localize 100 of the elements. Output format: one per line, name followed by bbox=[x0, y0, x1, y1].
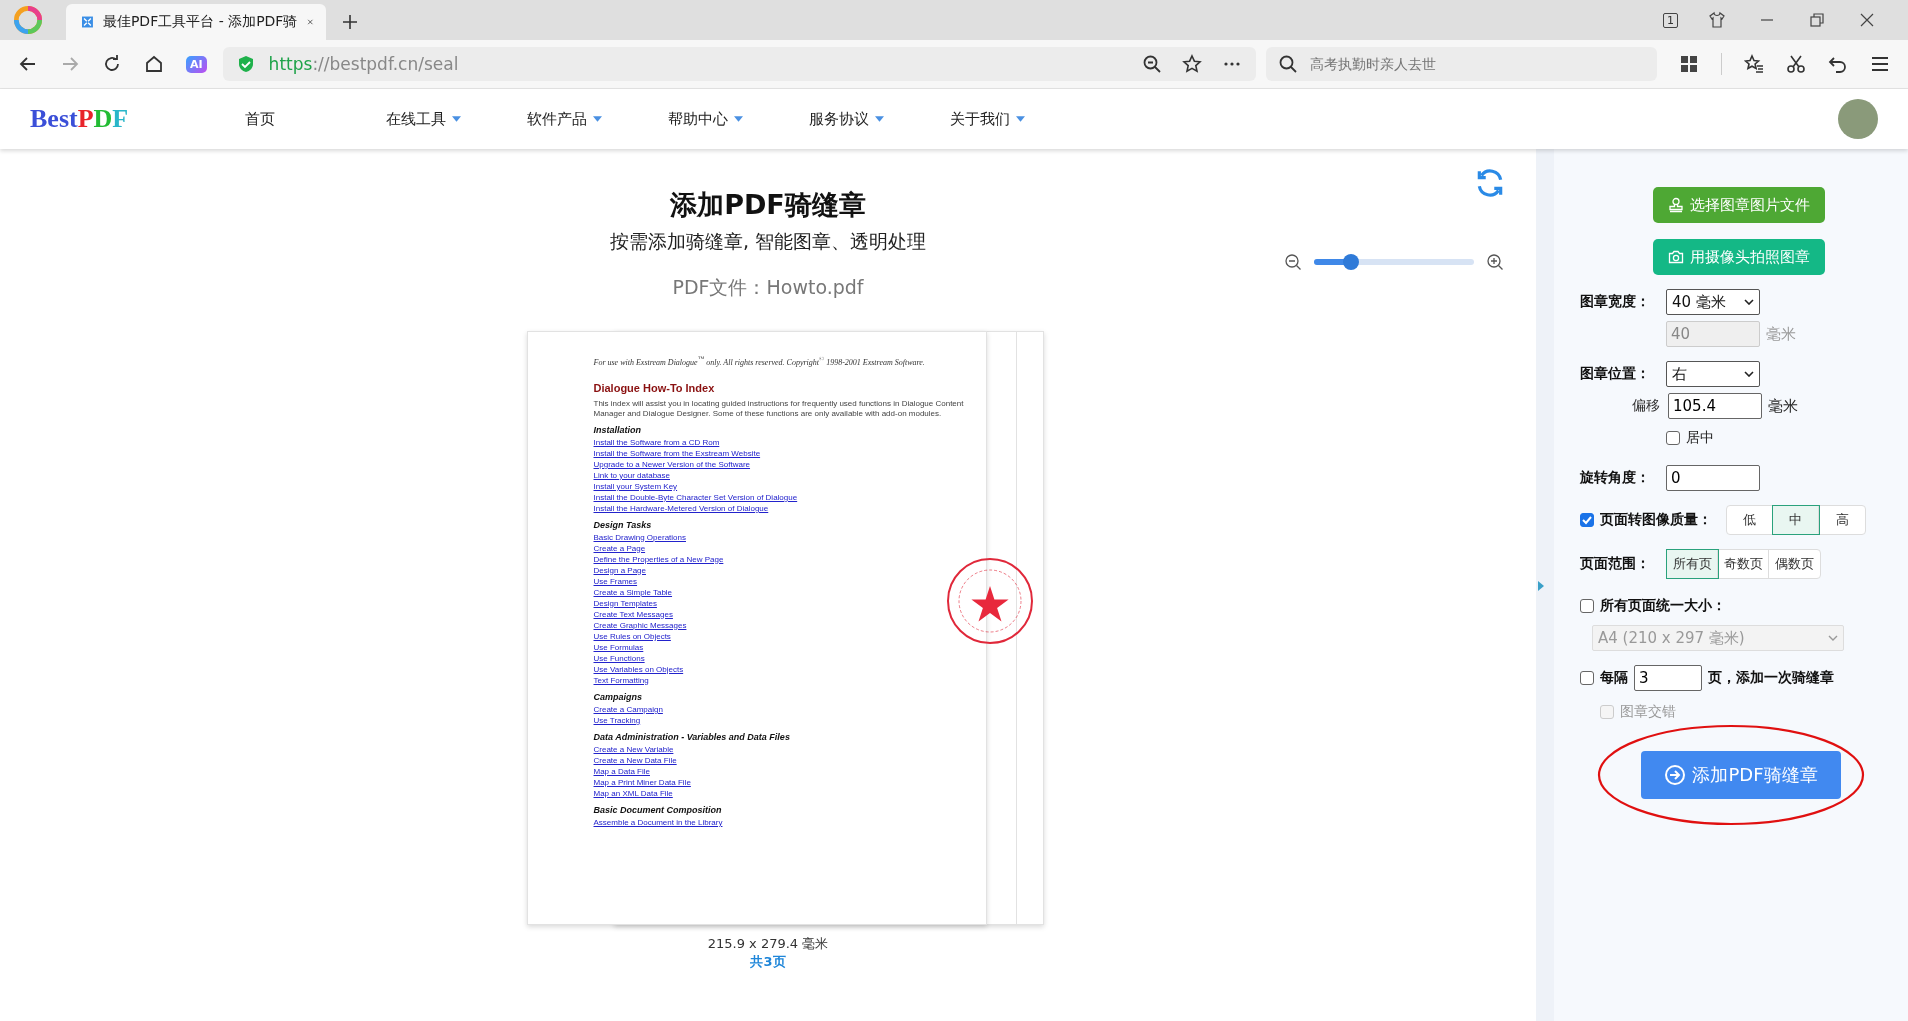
segment-option[interactable]: 高 bbox=[1819, 506, 1865, 534]
checkbox-label: 居中 bbox=[1686, 429, 1714, 447]
nav-item[interactable]: 软件产品 bbox=[527, 109, 668, 129]
page-subtitle: 按需添加骑缝章, 智能图章、透明处理 bbox=[609, 229, 927, 254]
zoom-in-icon[interactable] bbox=[1486, 253, 1504, 271]
caret-icon[interactable] bbox=[875, 116, 884, 122]
nav-item[interactable]: 关于我们 bbox=[950, 109, 1091, 129]
favorites-icon[interactable] bbox=[1744, 54, 1764, 74]
unit-label: 毫米 bbox=[1768, 396, 1798, 416]
document-header: For use with Exstream Dialogue$^{™}$ only. All rights reserved. Copyright$^{©}$ 1998-2001 Exstream Software. bbox=[593, 354, 926, 368]
zoom-out-icon[interactable] bbox=[1141, 54, 1162, 74]
section-heading: Installation bbox=[593, 424, 642, 436]
document-link[interactable]: Upgrade to a Newer Version of the Software bbox=[593, 459, 751, 469]
document-link[interactable]: Use Formulas bbox=[593, 642, 644, 652]
tab-count-icon[interactable]: 1 bbox=[1663, 13, 1678, 28]
rotation-input[interactable]: 0 bbox=[1666, 465, 1760, 491]
document-link[interactable]: Install the Hardware-Metered Version of Dialogue bbox=[593, 503, 769, 513]
zoom-out-icon[interactable] bbox=[1284, 253, 1302, 271]
document-link[interactable]: Create Text Messages bbox=[593, 609, 673, 619]
segment-option[interactable]: 中 bbox=[1773, 506, 1819, 534]
restore-icon[interactable] bbox=[1808, 11, 1826, 29]
segment-option[interactable]: 奇数页 bbox=[1718, 550, 1769, 578]
document-link[interactable]: Basic Drawing Operations bbox=[593, 532, 686, 542]
close-icon[interactable] bbox=[1858, 11, 1876, 29]
document-link[interactable]: Create Graphic Messages bbox=[593, 620, 687, 630]
browser-tab[interactable]: 最佳PDF工具平台 - 添加PDF骑 bbox=[66, 4, 326, 40]
menu-icon[interactable] bbox=[1870, 54, 1890, 74]
document-link[interactable]: Map an XML Data File bbox=[593, 788, 673, 798]
document-link[interactable]: Link to your database bbox=[593, 470, 670, 480]
position-select[interactable]: 右 bbox=[1666, 361, 1760, 387]
shield-icon bbox=[236, 55, 255, 73]
star-icon[interactable] bbox=[1181, 54, 1202, 74]
user-avatar[interactable] bbox=[1838, 99, 1878, 139]
new-tab-icon[interactable] bbox=[342, 14, 358, 30]
field-label: 图章位置： bbox=[1580, 365, 1651, 383]
segment-option[interactable]: 所有页 bbox=[1667, 550, 1718, 578]
section-heading: Design Tasks bbox=[593, 519, 653, 531]
field-label: 每隔 bbox=[1600, 669, 1628, 687]
nav-item[interactable]: 首页 bbox=[245, 109, 386, 129]
chevron-down-icon bbox=[1744, 371, 1754, 377]
document-link[interactable]: Use Functions bbox=[593, 653, 645, 663]
offset-input[interactable]: 105.4 bbox=[1668, 393, 1762, 419]
search-icon bbox=[1277, 54, 1298, 74]
browser-logo-icon[interactable] bbox=[14, 6, 42, 34]
document-link[interactable]: Text Formatting bbox=[593, 675, 649, 685]
scissors-icon[interactable] bbox=[1786, 54, 1806, 74]
url-text: https://bestpdf.cn/seal bbox=[268, 54, 459, 74]
document-link[interactable]: Create a New Variable bbox=[593, 744, 674, 754]
document-link[interactable]: Install your System Key bbox=[593, 481, 678, 491]
ai-button[interactable]: AI bbox=[186, 55, 207, 73]
nav-item[interactable]: 服务协议 bbox=[809, 109, 950, 129]
page-size: 215.9 x 279.4 毫米 bbox=[707, 935, 829, 953]
document-link[interactable]: Create a New Data File bbox=[593, 755, 677, 765]
document-link[interactable]: Install the Double-Byte Character Set Version of Dialogue bbox=[593, 492, 798, 502]
document-link[interactable]: Use Variables on Objects bbox=[593, 664, 684, 674]
document-link[interactable]: Use Rules on Objects bbox=[593, 631, 671, 641]
caret-icon[interactable] bbox=[1016, 116, 1025, 122]
field-label: 所有页面统一大小： bbox=[1600, 597, 1726, 615]
collapse-arrow-icon[interactable] bbox=[1538, 581, 1544, 591]
section-heading: Campaigns bbox=[593, 691, 643, 703]
undo-icon[interactable] bbox=[1828, 54, 1848, 74]
document-link[interactable]: Map a Print Miner Data File bbox=[593, 777, 691, 787]
shirt-icon[interactable] bbox=[1708, 11, 1726, 29]
field-label: 页面转图像质量： bbox=[1600, 511, 1712, 529]
document-link[interactable]: Map a Data File bbox=[593, 766, 650, 776]
document-title: Dialogue How-To Index bbox=[593, 381, 716, 395]
document-link[interactable]: Create a Page bbox=[593, 543, 646, 553]
checkbox[interactable] bbox=[1580, 513, 1594, 527]
document-link[interactable]: Install the Software from the Exstream Website bbox=[593, 448, 761, 458]
caret-icon[interactable] bbox=[452, 116, 461, 122]
nav-item[interactable]: 在线工具 bbox=[386, 109, 527, 129]
document-link[interactable]: Use Tracking bbox=[593, 715, 641, 725]
document-link[interactable]: Design a Page bbox=[593, 565, 646, 575]
document-link[interactable]: Create a Simple Table bbox=[593, 587, 673, 597]
field-label: 图章宽度： bbox=[1580, 293, 1651, 311]
home-icon[interactable] bbox=[144, 54, 164, 74]
nav-item[interactable]: 帮助中心 bbox=[668, 109, 809, 129]
reload-icon[interactable] bbox=[102, 54, 122, 74]
document-link[interactable]: Use Frames bbox=[593, 576, 638, 586]
slider-thumb[interactable] bbox=[1342, 254, 1359, 270]
section-heading: Data Administration - Variables and Data Files bbox=[593, 731, 791, 743]
caret-icon[interactable] bbox=[593, 116, 602, 122]
apps-grid-icon[interactable] bbox=[1679, 54, 1699, 74]
page-count: 共3页 bbox=[750, 953, 786, 971]
arrow-circle-icon bbox=[1664, 764, 1687, 786]
document-link[interactable]: Assemble a Document in the Library bbox=[593, 817, 723, 827]
checkbox-label: 图章交错 bbox=[1620, 703, 1676, 721]
checkbox[interactable] bbox=[1666, 431, 1680, 445]
search-field[interactable]: 高考执勤时亲人去世 bbox=[1265, 47, 1657, 81]
close-icon[interactable] bbox=[307, 16, 314, 28]
interval-input[interactable]: 3 bbox=[1634, 665, 1702, 691]
caret-icon[interactable] bbox=[734, 116, 743, 122]
site-logo[interactable]: BestPDF bbox=[30, 104, 245, 134]
segment-option[interactable]: 偶数页 bbox=[1769, 550, 1820, 578]
document-link[interactable]: Create a Campaign bbox=[593, 704, 663, 714]
document-link[interactable]: Install the Software from a CD Rom bbox=[593, 437, 720, 447]
checkbox[interactable] bbox=[1580, 671, 1594, 685]
file-name: PDF文件：Howto.pdf bbox=[672, 275, 864, 300]
document-link[interactable]: Define the Properties of a New Page bbox=[593, 554, 724, 564]
document-link[interactable]: Design Templates bbox=[593, 598, 657, 608]
